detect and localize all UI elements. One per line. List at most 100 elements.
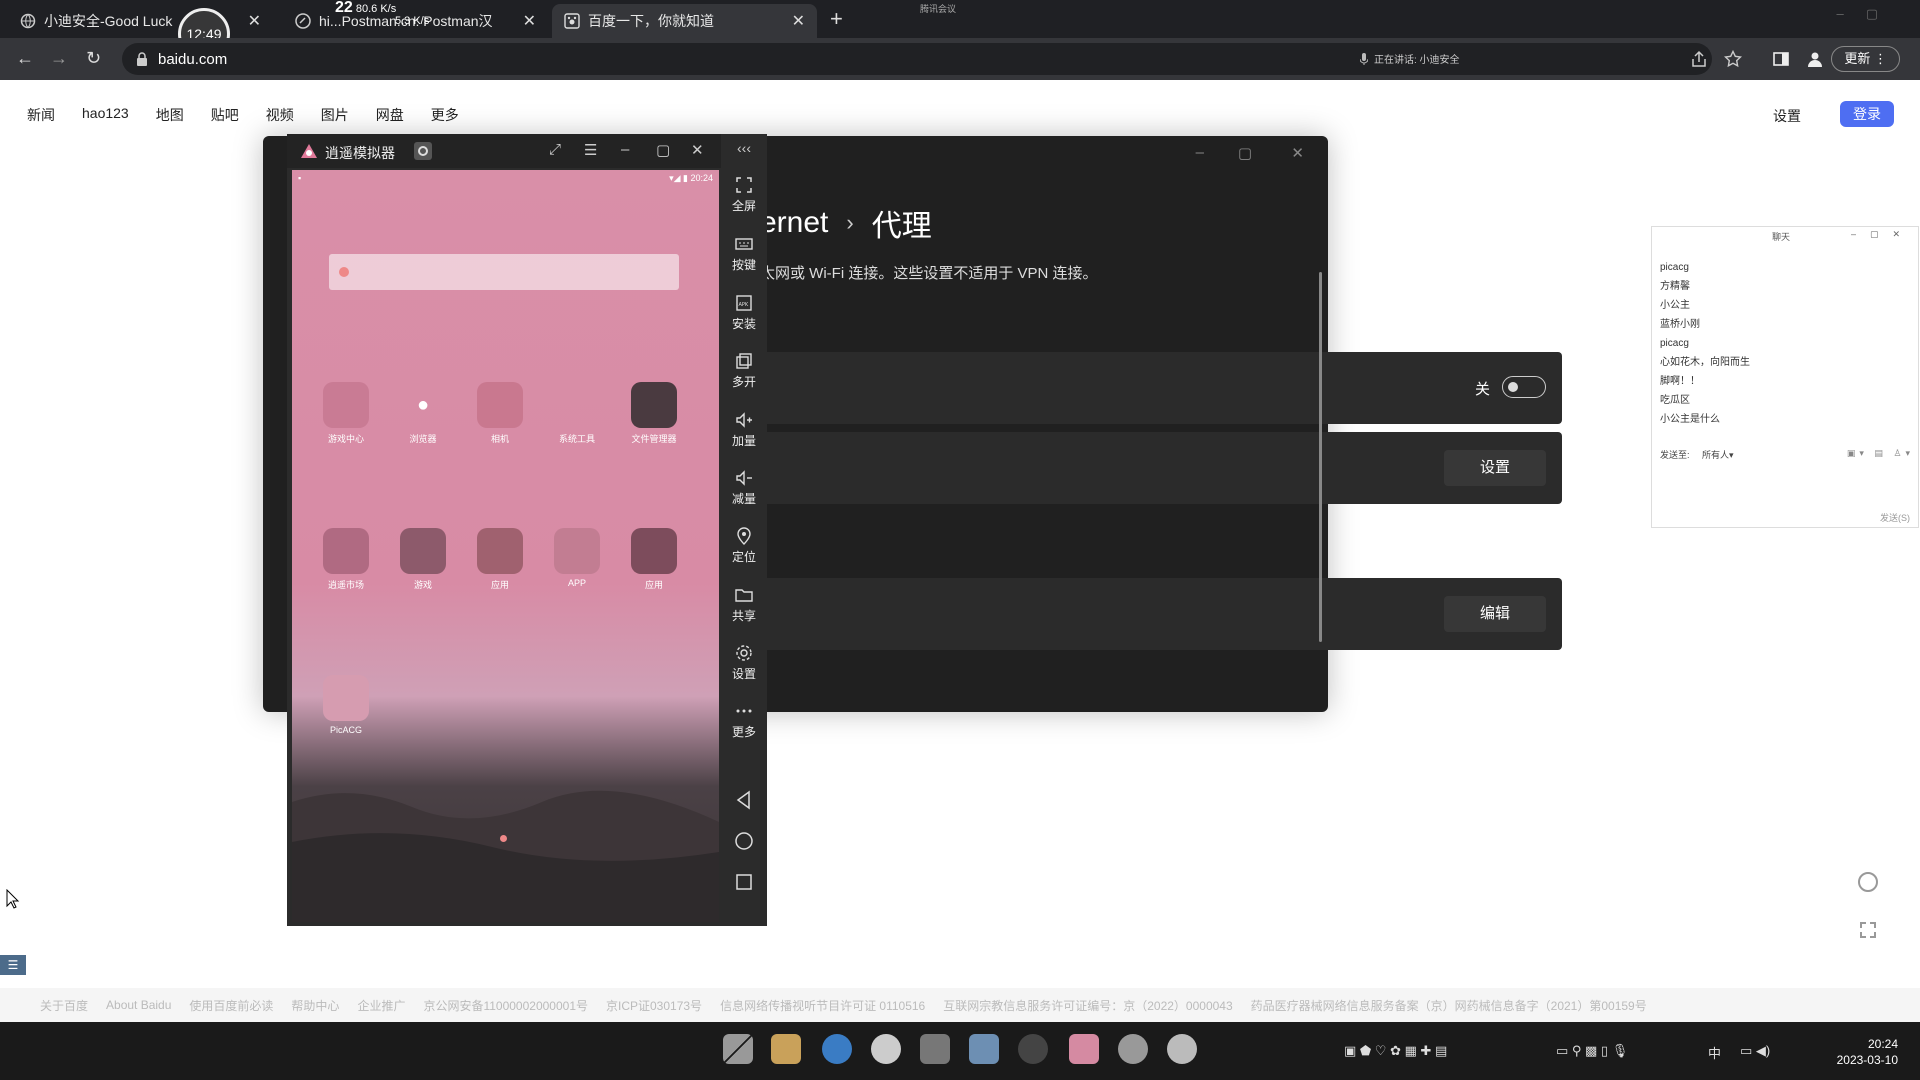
minimize-icon[interactable]: – <box>621 141 629 158</box>
close-icon[interactable]: ✕ <box>523 11 536 31</box>
tray-icons[interactable]: ▣ ⬟ ♡ ✿ ▦ ✚ ▤ <box>1344 1043 1447 1059</box>
app-icon[interactable]: 相机 <box>468 382 532 445</box>
sidebar-item-install[interactable]: APK 安装 <box>721 294 767 332</box>
maximize-icon[interactable]: ▢ <box>1238 144 1252 162</box>
back-triangle-icon[interactable] <box>734 790 754 810</box>
footer-link[interactable]: 企业推广 <box>357 997 405 1014</box>
app-icon[interactable] <box>969 1034 999 1064</box>
new-tab-button[interactable]: + <box>830 6 843 32</box>
footer-link[interactable]: 信息网络传播视听节目许可证 0110516 <box>720 997 925 1014</box>
profile-icon[interactable] <box>1806 50 1824 68</box>
file-explorer-icon[interactable] <box>771 1034 801 1064</box>
qr-code-icon[interactable] <box>1860 922 1876 938</box>
edit-button[interactable]: 编辑 <box>1444 596 1546 632</box>
breadcrumb-parent[interactable]: ernet <box>760 206 828 240</box>
clock[interactable]: 20:24 2023-03-10 <box>1837 1036 1898 1068</box>
sidebar-item-multi[interactable]: 多开 <box>721 352 767 390</box>
footer-link[interactable]: 京ICP证030173号 <box>606 997 702 1014</box>
footer-link[interactable]: 京公网安备11000002000001号 <box>423 997 588 1014</box>
side-menu-tab[interactable]: ☰ <box>0 955 26 975</box>
side-panel-icon[interactable] <box>1772 50 1790 68</box>
footer-link[interactable]: About Baidu <box>106 998 171 1012</box>
expand-icon[interactable]: ⤢ <box>549 141 561 158</box>
footer-link[interactable]: 互联网宗教信息服务许可证编号：京（2022）0000043 <box>943 997 1232 1014</box>
auto-detect-toggle[interactable] <box>1502 376 1546 398</box>
update-button[interactable]: 更新 ⋮ <box>1831 46 1900 72</box>
app-icon[interactable]: APP <box>545 528 609 588</box>
app-icon[interactable]: 系统工具 <box>545 382 609 445</box>
login-button[interactable]: 登录 <box>1840 101 1894 127</box>
close-icon[interactable]: ✕ <box>1291 144 1304 162</box>
app-icon[interactable]: 游戏 <box>391 528 455 591</box>
setup-button[interactable]: 设置 <box>1444 450 1546 486</box>
baidu-settings-link[interactable]: 设置 <box>1773 106 1801 126</box>
maximize-icon[interactable]: ▢ <box>656 141 670 159</box>
tray-system-icons[interactable]: ▭ ⚲ ▩ ▯ 🎙 <box>1556 1043 1628 1059</box>
footer-link[interactable]: 帮助中心 <box>291 997 339 1014</box>
star-icon[interactable] <box>1724 50 1742 68</box>
nav-netdisk[interactable]: 网盘 <box>376 105 404 125</box>
nav-video[interactable]: 视频 <box>266 105 294 125</box>
app-icon[interactable]: ● 浏览器 <box>391 382 455 445</box>
send-button[interactable]: 发送(S) <box>1880 511 1910 524</box>
android-screen[interactable]: ▪ ▾◢ ▮ 20:24 游戏中心 ● 浏览器 相机 系统工具 文件管理器 逍遥市… <box>292 170 719 922</box>
emulator-taskbar-icon[interactable] <box>1069 1034 1099 1064</box>
network-volume-icons[interactable]: ▭ ◀) <box>1740 1043 1770 1059</box>
scrollbar[interactable] <box>1319 272 1322 642</box>
app-icon[interactable]: 文件管理器 <box>622 382 686 445</box>
footer-link[interactable]: 关于百度 <box>40 997 88 1014</box>
app-icon[interactable]: 应用 <box>622 528 686 591</box>
android-search-bar[interactable] <box>329 254 679 290</box>
home-circle-icon[interactable] <box>734 831 754 851</box>
app-icon[interactable] <box>1018 1034 1048 1064</box>
back-arrow-icon[interactable]: ← <box>16 48 34 69</box>
close-icon[interactable]: ✕ <box>792 11 805 31</box>
nav-images[interactable]: 图片 <box>321 105 349 125</box>
feedback-icon[interactable] <box>1858 872 1878 892</box>
settings-taskbar-icon[interactable] <box>1118 1034 1148 1064</box>
send-to-select[interactable]: 所有人 <box>1702 450 1729 460</box>
footer-link[interactable]: 使用百度前必读 <box>189 997 273 1014</box>
collapse-icon[interactable]: ‹‹‹ <box>721 140 767 156</box>
menu-icon[interactable]: ☰ <box>584 141 597 159</box>
sidebar-item-keys[interactable]: 按键 <box>721 235 767 273</box>
share-icon[interactable] <box>1690 50 1708 68</box>
app-icon[interactable]: PicACG <box>314 675 378 735</box>
nav-tieba[interactable]: 贴吧 <box>211 105 239 125</box>
nav-hao123[interactable]: hao123 <box>82 105 129 125</box>
nav-map[interactable]: 地图 <box>156 105 184 125</box>
sidebar-item-share[interactable]: 共享 <box>721 586 767 624</box>
sidebar-item-settings[interactable]: 设置 <box>721 644 767 682</box>
ime-indicator[interactable]: 中 <box>1708 1043 1721 1062</box>
tab-xiaodi[interactable]: 小迪安全-Good Luck ✕ <box>8 4 273 38</box>
nav-news[interactable]: 新闻 <box>27 105 55 125</box>
chat-toolbar[interactable]: ▣▾ ▤ ♙▾ <box>1847 448 1914 459</box>
tab-baidu[interactable]: 百度一下，你就知道 ✕ <box>552 4 817 38</box>
sidebar-item-location[interactable]: 定位 <box>721 527 767 565</box>
browser-window-controls[interactable]: –▢ <box>1836 6 1900 22</box>
start-icon[interactable] <box>723 1034 753 1064</box>
edge-browser-icon[interactable] <box>822 1034 852 1064</box>
close-icon[interactable]: ✕ <box>248 11 261 31</box>
minimize-icon[interactable]: – <box>1196 144 1204 161</box>
recents-square-icon[interactable] <box>734 872 754 892</box>
app-icon[interactable] <box>920 1034 950 1064</box>
app-icon[interactable] <box>1167 1034 1197 1064</box>
address-bar[interactable]: baidu.com <box>122 43 1712 75</box>
clock-date: 2023-03-10 <box>1836 1053 1898 1067</box>
sidebar-item-volume-up[interactable]: 加量 <box>721 411 767 449</box>
reload-icon[interactable]: ↻ <box>86 48 101 69</box>
nav-more[interactable]: 更多 <box>431 105 459 125</box>
app-icon[interactable]: 应用 <box>468 528 532 591</box>
app-icon[interactable]: 逍遥市场 <box>314 528 378 591</box>
gear-icon[interactable] <box>413 141 433 161</box>
chat-window-controls[interactable]: –▢✕ <box>1851 229 1914 240</box>
footer-link[interactable]: 药品医疗器械网络信息服务备案（京）网药械信息备字（2021）第00159号 <box>1251 997 1647 1014</box>
app-icon[interactable]: 游戏中心 <box>314 382 378 445</box>
chrome-icon[interactable] <box>871 1034 901 1064</box>
sidebar-item-fullscreen[interactable]: 全屏 <box>721 176 767 214</box>
sidebar-item-volume-down[interactable]: 减量 <box>721 469 767 507</box>
sidebar-item-more[interactable]: 更多 <box>721 702 767 740</box>
close-icon[interactable]: ✕ <box>691 141 704 159</box>
forward-arrow-icon[interactable]: → <box>50 48 68 69</box>
